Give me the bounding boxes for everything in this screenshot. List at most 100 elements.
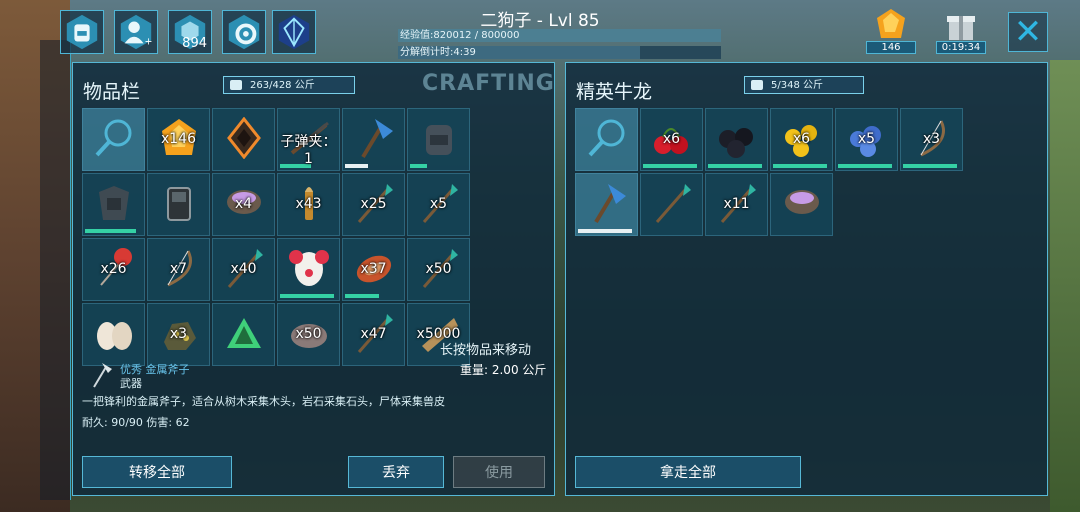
- durability-bar: [85, 229, 137, 233]
- close-button[interactable]: ✕: [1008, 12, 1048, 52]
- svg-text:+: +: [145, 36, 153, 47]
- inventory-slot[interactable]: [82, 108, 145, 171]
- item-stats: 耐久: 90/90 伤害: 62: [82, 416, 190, 429]
- take-all-button[interactable]: 拿走全部: [575, 456, 801, 488]
- backpack-icon: [426, 125, 452, 155]
- inventory-slot[interactable]: x26: [82, 238, 145, 301]
- inventory-slot[interactable]: [342, 108, 405, 171]
- inventory-slot[interactable]: x37: [342, 238, 405, 301]
- creature-slot[interactable]: x11: [705, 173, 768, 236]
- item-weight: 重量: 2.00 公斤: [460, 363, 547, 377]
- inventory-title: 物品栏: [83, 81, 141, 103]
- item-quantity: x5000: [416, 326, 461, 342]
- inventory-slot[interactable]: x25: [342, 173, 405, 236]
- item-quantity: x6: [792, 131, 811, 147]
- durability-bar: [578, 229, 633, 233]
- use-button[interactable]: 使用: [453, 456, 545, 488]
- durability-bar: [838, 164, 893, 168]
- inventory-slot[interactable]: x146: [147, 108, 210, 171]
- xp-text: 经验值:820012 / 800000: [400, 30, 520, 41]
- creature-slot[interactable]: [705, 108, 768, 171]
- item-quantity: 子弹夹：1: [280, 134, 337, 167]
- amber-currency[interactable]: 146: [866, 8, 916, 54]
- inventory-slot[interactable]: [212, 303, 275, 366]
- axe-icon: [361, 119, 393, 159]
- durability-bar: [345, 294, 380, 298]
- creature-slot[interactable]: x5: [835, 108, 898, 171]
- weight-icon: [751, 80, 763, 90]
- axe-icon: [594, 184, 626, 224]
- level-points-count: 894: [182, 36, 207, 51]
- amber-count: 146: [866, 41, 916, 54]
- creature-weight: 5/348 公斤: [744, 76, 864, 94]
- creature-slot[interactable]: x6: [770, 108, 833, 171]
- creature-slot[interactable]: [575, 173, 638, 236]
- inventory-slot[interactable]: [212, 108, 275, 171]
- inventory-grid: x146 子弹夹：1 x4 x43 x25 x5 x26 x7 x40 x37 x50 x3 x50 x4…: [82, 108, 470, 366]
- creature-panel: 精英牛龙 5/348 公斤 x6 x6 x5 x3 x11: [565, 62, 1048, 496]
- inventory-slot[interactable]: x50: [277, 303, 340, 366]
- item-quantity: x25: [360, 196, 387, 212]
- close-icon: ✕: [1013, 12, 1043, 52]
- inventory-slot[interactable]: 子弹夹：1: [277, 108, 340, 171]
- item-quantity: x47: [360, 326, 387, 342]
- creature-grid: x6 x6 x5 x3 x11: [575, 108, 963, 236]
- mortar-icon: [785, 190, 819, 214]
- inventory-slot[interactable]: [82, 173, 145, 236]
- durability-bar: [773, 164, 828, 168]
- inventory-slot[interactable]: x43: [277, 173, 340, 236]
- amber-icon: [877, 9, 905, 38]
- gift-box[interactable]: 0:19:34: [936, 8, 986, 54]
- item-quantity: x5: [429, 196, 448, 212]
- inventory-slot[interactable]: x50: [407, 238, 470, 301]
- armor-icon: [99, 186, 129, 220]
- item-quantity: x37: [360, 261, 387, 277]
- creature-slot[interactable]: x3: [900, 108, 963, 171]
- inventory-slot[interactable]: x5: [407, 173, 470, 236]
- creature-title: 精英牛龙: [576, 81, 653, 103]
- durability-bar: [345, 164, 368, 168]
- background-right: [1050, 60, 1080, 512]
- item-quantity: x146: [160, 131, 196, 147]
- creature-slot[interactable]: [770, 173, 833, 236]
- item-quantity: x4: [234, 196, 253, 212]
- inventory-slot[interactable]: x47: [342, 303, 405, 366]
- creature-slot[interactable]: [640, 173, 703, 236]
- gift-icon: [947, 16, 975, 40]
- decay-timer-text: 分解倒计时:4:39: [400, 47, 476, 58]
- item-quantity: x3: [922, 131, 941, 147]
- inventory-slot[interactable]: [147, 173, 210, 236]
- item-description: 一把锋利的金属斧子，适合从树木采集木头，岩石采集石头，尸体采集兽皮: [82, 395, 445, 408]
- inventory-slot[interactable]: [277, 238, 340, 301]
- item-quantity: x50: [295, 326, 322, 342]
- crafting-tab[interactable]: CRAFTING: [422, 71, 555, 96]
- item-category: 武器: [120, 377, 142, 390]
- magnifier-icon: [95, 119, 132, 157]
- crystal-icon: [227, 318, 261, 348]
- inventory-slot[interactable]: x40: [212, 238, 275, 301]
- item-quantity: x5: [857, 131, 876, 147]
- berry-black-icon: [719, 128, 753, 158]
- inventory-slot[interactable]: [82, 303, 145, 366]
- transfer-all-button[interactable]: 转移全部: [82, 456, 232, 488]
- durability-bar: [708, 164, 763, 168]
- inventory-slot[interactable]: x7: [147, 238, 210, 301]
- drop-button[interactable]: 丢弃: [348, 456, 444, 488]
- inventory-slot[interactable]: x4: [212, 173, 275, 236]
- magnifier-icon: [588, 119, 625, 157]
- creature-slot[interactable]: [575, 108, 638, 171]
- durability-bar: [410, 164, 428, 168]
- inventory-weight: 263/428 公斤: [223, 76, 355, 94]
- xp-bar: 经验值:820012 / 800000: [398, 29, 721, 42]
- inventory-slot[interactable]: [407, 108, 470, 171]
- inventory-weight-text: 263/428 公斤: [250, 80, 315, 91]
- item-quantity: x6: [662, 131, 681, 147]
- item-quantity: x3: [169, 326, 188, 342]
- spear-icon: [655, 184, 691, 223]
- item-quantity: x43: [295, 196, 322, 212]
- creature-slot[interactable]: x6: [640, 108, 703, 171]
- inventory-slot[interactable]: x3: [147, 303, 210, 366]
- item-quantity: x11: [723, 196, 750, 212]
- decay-timer-bar: 分解倒计时:4:39: [398, 46, 721, 59]
- implant-icon: [227, 117, 261, 159]
